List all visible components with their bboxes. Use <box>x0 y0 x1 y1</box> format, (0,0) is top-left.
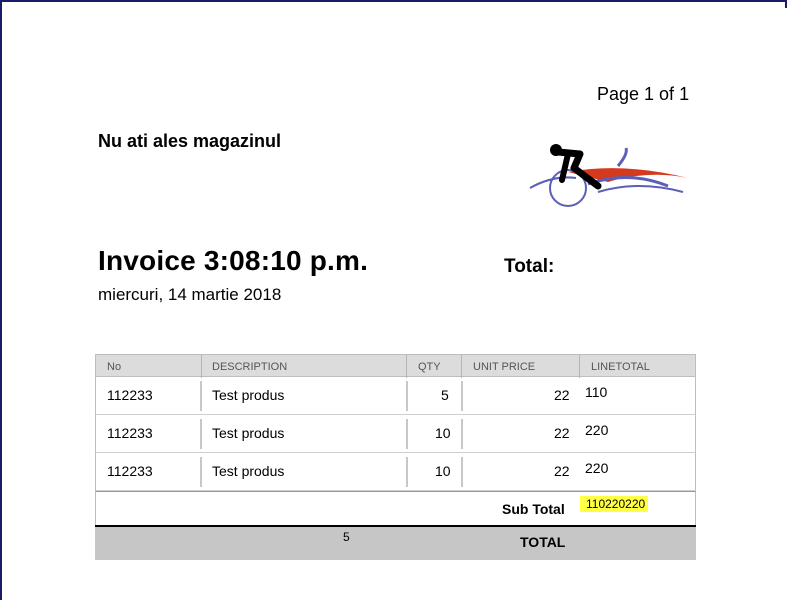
header-divider <box>461 355 462 378</box>
cell-description: Test produs <box>212 463 285 479</box>
total-count: 5 <box>343 530 350 544</box>
cell-divider <box>461 457 463 487</box>
cell-description: Test produs <box>212 425 285 441</box>
cell-no: 112233 <box>107 425 153 441</box>
cell-unit-price: 22 <box>554 425 570 441</box>
cell-divider <box>200 457 202 487</box>
cell-unit-price: 22 <box>554 463 570 479</box>
cell-divider <box>406 457 408 487</box>
header-line-total: LINETOTAL <box>591 361 650 373</box>
table-row: 112233 Test produs 5 22 110 <box>95 377 696 415</box>
cell-qty: 10 <box>435 425 451 441</box>
cell-divider <box>461 381 463 411</box>
cell-divider <box>461 419 463 449</box>
header-divider <box>201 355 202 378</box>
header-qty: QTY <box>418 361 441 373</box>
cell-divider <box>200 419 202 449</box>
store-name: Nu ati ales magazinul <box>98 131 282 151</box>
header-divider <box>406 355 407 378</box>
frame-edge <box>785 0 787 8</box>
header-description: DESCRIPTION <box>212 361 288 373</box>
header-unit-price: UNIT PRICE <box>473 361 536 373</box>
page-number: Page 1 of 1 <box>597 84 690 104</box>
invoice-title: Invoice 3:08:10 p.m. <box>98 245 369 276</box>
total-row: 5 TOTAL <box>95 525 696 560</box>
cell-qty: 10 <box>435 463 451 479</box>
subtotal-label: Sub Total <box>502 501 565 517</box>
table-row: 112233 Test produs 10 22 220 <box>95 453 696 491</box>
subtotal-value: 110220220 <box>580 496 649 512</box>
cell-divider <box>406 419 408 449</box>
cell-description: Test produs <box>212 387 285 403</box>
header-no: No <box>107 361 122 373</box>
table-row: 112233 Test produs 10 22 220 <box>95 415 696 453</box>
subtotal-row: Sub Total 110220220 <box>95 491 696 525</box>
cyclist-logo-icon <box>529 144 688 207</box>
cell-line-total: 110 <box>585 384 608 400</box>
cell-no: 112233 <box>107 387 153 403</box>
cell-qty: 5 <box>441 387 449 403</box>
cell-line-total: 220 <box>585 422 609 438</box>
total-label: Total: <box>504 256 555 277</box>
table-header: No DESCRIPTION QTY UNIT PRICE LINETOTAL <box>95 354 696 378</box>
cell-line-total: 220 <box>585 460 609 476</box>
invoice-date: miercuri, 14 martie 2018 <box>98 285 282 304</box>
cell-divider <box>406 381 408 411</box>
cell-unit-price: 22 <box>554 387 570 403</box>
cell-no: 112233 <box>107 463 153 479</box>
total-row-label: TOTAL <box>520 534 566 550</box>
cell-divider <box>200 381 202 411</box>
header-divider <box>579 355 580 378</box>
